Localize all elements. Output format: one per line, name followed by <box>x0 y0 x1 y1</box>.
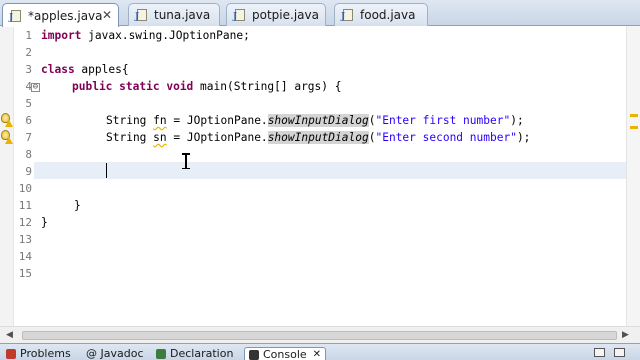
warning-marker[interactable] <box>630 126 638 129</box>
code-text: = JOptionPane. <box>166 131 268 144</box>
code-text: javax.swing.JOptionPane; <box>81 29 250 42</box>
text-caret <box>106 163 107 178</box>
variable-sn: sn <box>153 131 167 144</box>
close-icon[interactable]: ✕ <box>313 348 321 360</box>
tab-label: tuna.java <box>154 8 211 22</box>
java-file-icon: J <box>135 8 149 22</box>
tab-declaration[interactable]: Declaration <box>156 347 233 360</box>
vertical-ruler[interactable] <box>0 26 14 326</box>
code-text: } <box>74 199 81 212</box>
code-editor[interactable]: 1 2 3 4 5 6 7 8 9 10 11 12 13 14 15 ⊖ im… <box>0 26 640 326</box>
warning-icon <box>5 137 13 144</box>
code-line-1: import javax.swing.JOptionPane; <box>41 27 250 44</box>
console-icon <box>249 349 259 360</box>
quick-fix-marker-line-6[interactable] <box>0 112 14 128</box>
declaration-icon <box>156 349 166 359</box>
scroll-right-icon[interactable]: ▶ <box>622 330 629 340</box>
tab-label: Declaration <box>170 347 234 360</box>
keyword: public <box>72 80 113 93</box>
keyword: static <box>119 80 160 93</box>
java-file-icon: J <box>9 9 23 23</box>
warning-marker[interactable] <box>630 114 638 117</box>
line-number: 6 <box>25 114 32 127</box>
line-number: 2 <box>25 46 32 59</box>
warning-icon <box>5 120 13 127</box>
keyword: class <box>41 63 75 76</box>
code-text: = JOptionPane. <box>166 114 268 127</box>
maximize-icon[interactable] <box>614 348 625 357</box>
tab-food-java[interactable]: J food.java <box>334 3 428 26</box>
code-line-3: class apples{ <box>41 61 129 78</box>
line-number-gutter: 1 2 3 4 5 6 7 8 9 10 11 12 13 14 15 <box>14 26 34 326</box>
code-text: } <box>41 216 48 229</box>
line-number: 4 <box>25 80 32 93</box>
tab-label: potpie.java <box>252 8 319 22</box>
close-icon[interactable]: ✕ <box>102 8 112 22</box>
tab-console[interactable]: Console ✕ <box>244 347 327 360</box>
tab-label: food.java <box>360 8 416 22</box>
variable-fn: fn <box>153 114 167 127</box>
tab-problems[interactable]: Problems <box>6 347 71 360</box>
code-text: main(String[] args) { <box>193 80 342 93</box>
line-number: 11 <box>18 199 32 212</box>
tab-label: @ Javadoc <box>86 347 144 360</box>
line-number: 12 <box>18 216 32 229</box>
line-number: 14 <box>18 250 32 263</box>
method-name: showInputDialog <box>267 131 369 144</box>
line-number: 1 <box>25 29 32 42</box>
type-name: String <box>106 131 154 144</box>
line-number: 5 <box>25 97 32 110</box>
tab-potpie-java[interactable]: J potpie.java <box>226 3 326 26</box>
editor-tab-bar: J *apples.java ✕ J tuna.java J potpie.ja… <box>0 0 640 27</box>
keyword: void <box>166 80 194 93</box>
code-line-12: } <box>41 214 48 231</box>
code-line-11: } <box>74 197 81 214</box>
line-number: 7 <box>25 131 32 144</box>
line-number: 15 <box>18 267 32 280</box>
tab-label: Console <box>263 347 307 360</box>
line-number: 10 <box>18 182 32 195</box>
scroll-left-icon[interactable]: ◀ <box>6 330 13 340</box>
tab-label: Problems <box>20 347 71 360</box>
string-literal: "Enter second number" <box>375 131 517 144</box>
line-number: 3 <box>25 63 32 76</box>
scrollbar-thumb[interactable] <box>22 331 617 340</box>
problems-icon <box>6 349 16 359</box>
code-line-6: String fn = JOptionPane.showInputDialog(… <box>106 112 524 129</box>
horizontal-scrollbar[interactable]: ◀ ▶ <box>0 326 640 343</box>
code-line-7: String sn = JOptionPane.showInputDialog(… <box>106 129 530 146</box>
code-text: ); <box>516 131 531 144</box>
text-cursor-icon <box>181 153 191 169</box>
java-file-icon: J <box>341 8 355 22</box>
tab-label: *apples.java <box>28 8 103 23</box>
code-text: apples{ <box>74 63 129 76</box>
tab-javadoc[interactable]: @ Javadoc <box>86 347 144 360</box>
code-text: ); <box>510 114 524 127</box>
java-file-icon: J <box>233 8 247 22</box>
minimize-icon[interactable] <box>594 348 605 357</box>
keyword: import <box>41 29 82 42</box>
view-tab-bar: Problems @ Javadoc Declaration Console ✕ <box>0 343 640 360</box>
method-name: showInputDialog <box>267 114 369 127</box>
fold-icon[interactable]: ⊖ <box>31 83 40 92</box>
string-literal: "Enter first number" <box>375 114 511 127</box>
line-number: 13 <box>18 233 32 246</box>
code-line-4: public static void main(String[] args) { <box>72 78 341 95</box>
line-number: 9 <box>25 165 32 178</box>
overview-ruler[interactable] <box>626 26 640 326</box>
tab-apples-java[interactable]: J *apples.java ✕ <box>2 3 119 27</box>
type-name: String <box>106 114 154 127</box>
line-number: 8 <box>25 148 32 161</box>
current-line-highlight <box>34 162 626 179</box>
tab-tuna-java[interactable]: J tuna.java <box>128 3 220 26</box>
quick-fix-marker-line-7[interactable] <box>0 129 14 145</box>
